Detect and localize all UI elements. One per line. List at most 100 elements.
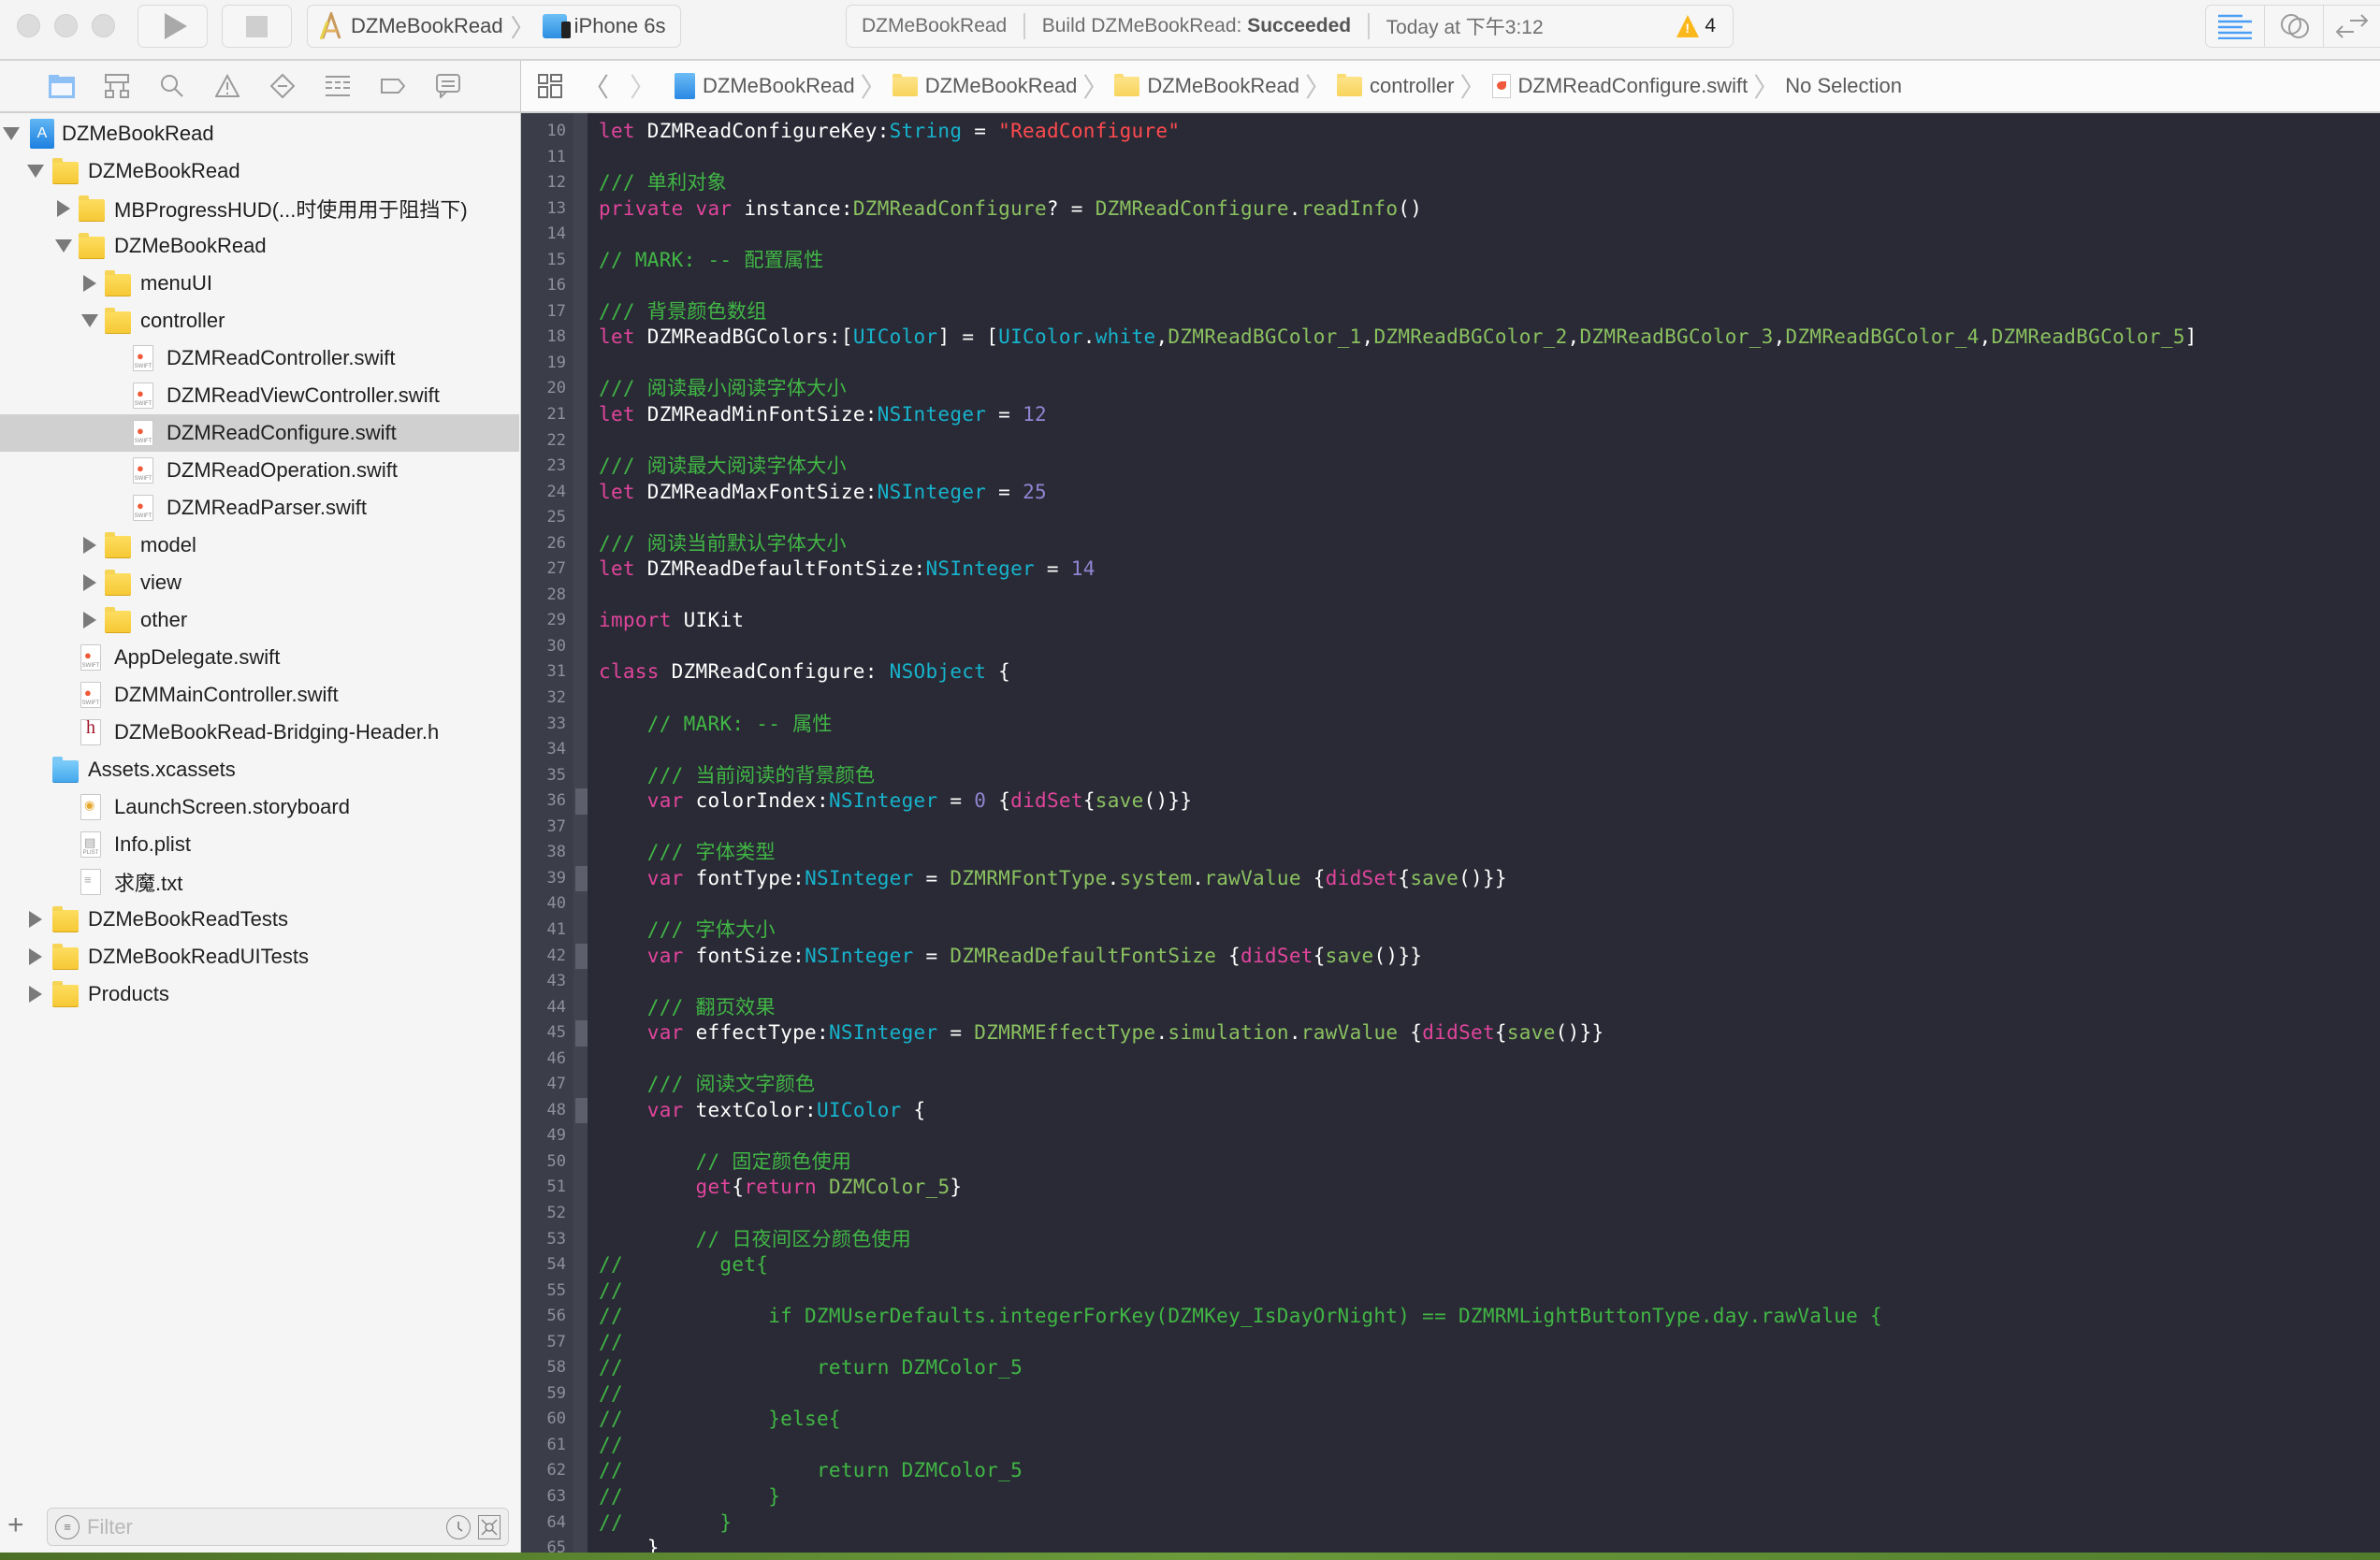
- tree-item[interactable]: SWIFT ● DZMReadParser.swift: [0, 489, 519, 527]
- tree-item[interactable]: ◉ LaunchScreen.storyboard: [0, 788, 519, 826]
- tab-issue-navigator[interactable]: [210, 71, 244, 101]
- recent-files-clock-icon[interactable]: [446, 1514, 471, 1539]
- code-line[interactable]: 59 //: [521, 1381, 2380, 1408]
- code-line[interactable]: 49: [521, 1123, 2380, 1149]
- code-line[interactable]: 15 // MARK: -- 配置属性: [521, 248, 2380, 274]
- standard-editor-button[interactable]: [2206, 6, 2265, 47]
- code-line[interactable]: 18 let DZMReadBGColors:[UIColor] = [UICol…: [521, 325, 2380, 351]
- tree-item[interactable]: DZMeBookReadTests: [0, 901, 519, 938]
- code-line[interactable]: 36 var colorIndex:NSInteger = 0 {didSet{…: [521, 788, 2380, 815]
- code-line[interactable]: 55 //: [521, 1278, 2380, 1305]
- code-line[interactable]: 16: [521, 273, 2380, 299]
- disclosure-open-icon[interactable]: [26, 162, 45, 181]
- scheme-selector[interactable]: DZMeBookRead 〉 iPhone 6s: [307, 5, 681, 48]
- code-line[interactable]: 41 /// 字体大小: [521, 917, 2380, 944]
- code-line[interactable]: 51 get{return DZMColor_5}: [521, 1175, 2380, 1201]
- disclosure-open-icon[interactable]: [54, 237, 73, 255]
- code-line[interactable]: 63 // }: [521, 1484, 2380, 1510]
- tree-item[interactable]: SWIFT ● DZMReadViewController.swift: [0, 377, 519, 414]
- tab-breakpoint-navigator[interactable]: [376, 71, 410, 101]
- code-line[interactable]: 29 import UIKit: [521, 608, 2380, 634]
- tree-item[interactable]: SWIFT ● AppDelegate.swift: [0, 639, 519, 676]
- code-line[interactable]: 52: [521, 1201, 2380, 1227]
- code-line[interactable]: 33 // MARK: -- 属性: [521, 712, 2380, 738]
- code-line[interactable]: 22: [521, 428, 2380, 455]
- minimize-window-button[interactable]: [54, 14, 78, 37]
- code-line[interactable]: 61 //: [521, 1433, 2380, 1459]
- tree-item[interactable]: SWIFT ● DZMReadConfigure.swift: [0, 414, 519, 452]
- code-line[interactable]: 56 // if DZMUserDefaults.integerForKey(DZ…: [521, 1304, 2380, 1330]
- assistant-editor-button[interactable]: [2265, 6, 2324, 47]
- code-line[interactable]: 40: [521, 891, 2380, 917]
- related-items-button[interactable]: [538, 74, 562, 98]
- tree-item[interactable]: Products: [0, 975, 519, 1013]
- code-line[interactable]: 62 // return DZMColor_5: [521, 1458, 2380, 1484]
- code-line[interactable]: 38 /// 字体类型: [521, 840, 2380, 866]
- tree-item[interactable]: PLIST ▤ Info.plist: [0, 826, 519, 863]
- code-line[interactable]: 47 /// 阅读文字颜色: [521, 1072, 2380, 1098]
- code-line[interactable]: 44 /// 翻页效果: [521, 995, 2380, 1021]
- jump-bar-item[interactable]: DZMReadConfigure.swift: [1491, 74, 1748, 98]
- tree-item[interactable]: Assets.xcassets: [0, 751, 519, 788]
- code-line[interactable]: 13 private var instance:DZMReadConfigure?…: [521, 196, 2380, 223]
- disclosure-closed-icon[interactable]: [54, 199, 73, 218]
- code-line[interactable]: 37: [521, 815, 2380, 841]
- code-line[interactable]: 20 /// 阅读最小阅读字体大小: [521, 376, 2380, 402]
- warnings-indicator[interactable]: ! 4: [1676, 15, 1716, 37]
- code-line[interactable]: 27 let DZMReadDefaultFontSize:NSInteger =…: [521, 556, 2380, 583]
- tree-item[interactable]: SWIFT ● DZMMainController.swift: [0, 676, 519, 714]
- code-line[interactable]: 46: [521, 1047, 2380, 1073]
- code-line[interactable]: 34: [521, 737, 2380, 763]
- disclosure-closed-icon[interactable]: [26, 910, 45, 929]
- zoom-window-button[interactable]: [92, 14, 115, 37]
- code-line[interactable]: 28: [521, 583, 2380, 609]
- code-line[interactable]: 58 // return DZMColor_5: [521, 1355, 2380, 1381]
- disclosure-open-icon[interactable]: [2, 124, 21, 143]
- code-line[interactable]: 21 let DZMReadMinFontSize:NSInteger = 12: [521, 402, 2380, 428]
- code-line[interactable]: 60 // }else{: [521, 1407, 2380, 1433]
- tree-item[interactable]: DZMeBookReadUITests: [0, 938, 519, 975]
- code-line[interactable]: 11: [521, 145, 2380, 171]
- code-line[interactable]: 17 /// 背景颜色数组: [521, 299, 2380, 325]
- disclosure-closed-icon[interactable]: [80, 611, 99, 629]
- code-line[interactable]: 42 var fontSize:NSInteger = DZMReadDefau…: [521, 943, 2380, 970]
- add-file-button[interactable]: +: [7, 1509, 24, 1541]
- code-line[interactable]: 26 /// 阅读当前默认字体大小: [521, 531, 2380, 557]
- tree-item[interactable]: SWIFT ● DZMReadOperation.swift: [0, 452, 519, 489]
- code-line[interactable]: 43: [521, 969, 2380, 995]
- code-line[interactable]: 10 let DZMReadConfigureKey:String = "Read…: [521, 119, 2380, 145]
- code-line[interactable]: 54 // get{: [521, 1252, 2380, 1278]
- code-line[interactable]: 50 // 固定颜色使用: [521, 1149, 2380, 1176]
- tree-item[interactable]: MBProgressHUD(...时使用用于阻挡下): [0, 190, 519, 227]
- tab-find-navigator[interactable]: [155, 71, 189, 101]
- disclosure-closed-icon[interactable]: [26, 985, 45, 1004]
- tree-item[interactable]: SWIFT ● DZMReadController.swift: [0, 339, 519, 377]
- disclosure-open-icon[interactable]: [80, 311, 99, 330]
- code-line[interactable]: 64 // }: [521, 1510, 2380, 1537]
- tree-item[interactable]: ≡ 求魔.txt: [0, 863, 519, 901]
- close-window-button[interactable]: [17, 14, 40, 37]
- code-line[interactable]: 35 /// 当前阅读的背景颜色: [521, 763, 2380, 789]
- code-line[interactable]: 12 /// 单利对象: [521, 170, 2380, 196]
- go-back-button[interactable]: 〈: [583, 67, 609, 105]
- source-control-filter-icon[interactable]: [478, 1514, 501, 1539]
- jump-bar-item[interactable]: DZMeBookRead: [892, 73, 1077, 98]
- tab-project-navigator[interactable]: [45, 71, 79, 101]
- tree-item[interactable]: DZMeBookRead: [0, 227, 519, 265]
- code-line[interactable]: 57 //: [521, 1330, 2380, 1356]
- jump-bar-item[interactable]: controller: [1337, 73, 1454, 98]
- go-forward-button[interactable]: 〉: [630, 67, 656, 105]
- jump-bar-item[interactable]: DZMeBookRead: [675, 73, 855, 99]
- tree-item[interactable]: menuUI: [0, 265, 519, 302]
- code-line[interactable]: 45 var effectType:NSInteger = DZMRMEffec…: [521, 1020, 2380, 1047]
- code-line[interactable]: 53 // 日夜间区分颜色使用: [521, 1227, 2380, 1253]
- code-line[interactable]: 32: [521, 686, 2380, 712]
- version-editor-button[interactable]: [2324, 6, 2380, 47]
- tree-item[interactable]: other: [0, 601, 519, 639]
- source-editor[interactable]: 10 let DZMReadConfigureKey:String = "Read…: [521, 113, 2380, 1553]
- code-line[interactable]: 31 class DZMReadConfigure: NSObject {: [521, 659, 2380, 686]
- filter-input[interactable]: ≡ Filter: [47, 1508, 509, 1546]
- destination-device[interactable]: iPhone 6s: [574, 14, 666, 38]
- tab-symbol-navigator[interactable]: [100, 71, 134, 101]
- tree-item[interactable]: model: [0, 527, 519, 564]
